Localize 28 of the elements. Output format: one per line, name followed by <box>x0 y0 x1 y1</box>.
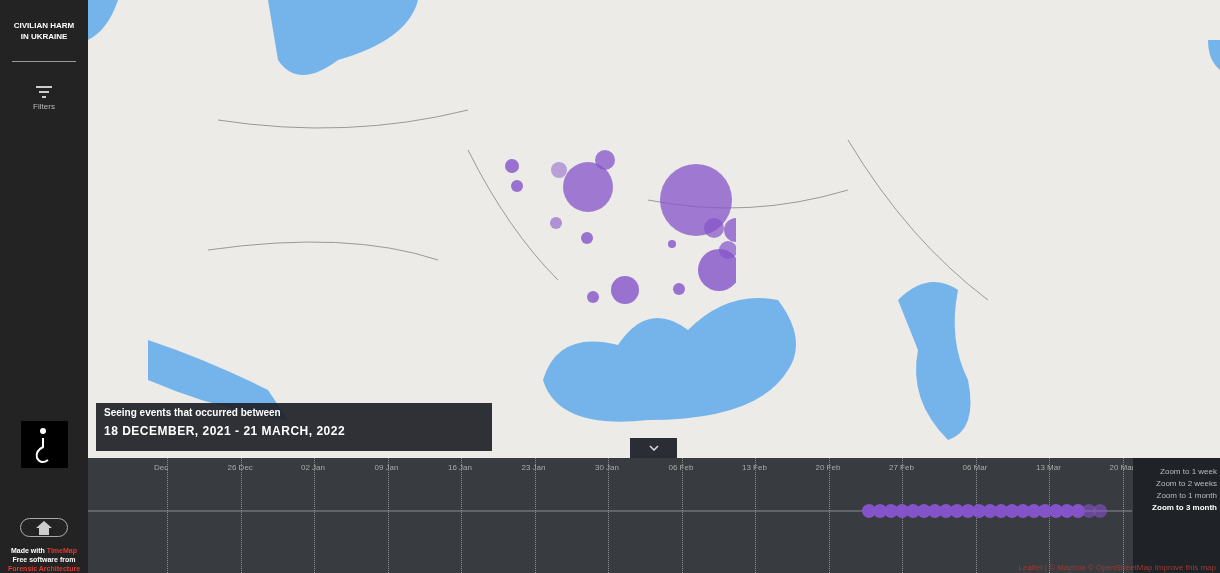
tick-label: 20 Feb <box>815 463 841 472</box>
home-icon <box>36 520 52 535</box>
tick-label: 06 Mar <box>962 463 988 472</box>
tick-label: 02 Jan <box>301 463 326 472</box>
filters-tab[interactable]: Filters <box>33 86 55 111</box>
tick-label: 26 Dec <box>227 463 253 472</box>
tick-label: 27 Feb <box>889 463 914 472</box>
date-range-caption: Seeing events that occurred between <box>104 407 282 418</box>
tick-label: 16 Jan <box>448 463 473 472</box>
zoom-option[interactable]: Zoom to 1 month <box>1153 490 1220 501</box>
filter-icon <box>36 86 52 98</box>
tick-label: Dec <box>154 463 169 472</box>
chevron-icon <box>648 445 659 451</box>
tick-label: 13 Feb <box>742 463 767 472</box>
tick-label: 20 Mar <box>1109 463 1135 472</box>
zoom-option[interactable]: Zoom to 1 week <box>1157 466 1220 477</box>
logo-icon <box>20 421 68 468</box>
tick-label: 30 Jan <box>595 463 620 472</box>
tick-label: 13 Mar <box>1036 463 1061 472</box>
zoom-option[interactable]: Zoom to 2 weeks <box>1153 478 1220 489</box>
tick-label: 06 Feb <box>668 463 694 472</box>
timeline-toggle-button[interactable] <box>630 438 677 458</box>
tick-label: 23 Jan <box>521 463 546 472</box>
map-attribution: Leaflet | © Mapbox © OpenStreetMap Improve this map <box>1018 563 1216 572</box>
date-range-text: 18 DECEMBER, 2021 - 21 MARCH, 2022 <box>104 424 347 438</box>
zoom-option[interactable]: Zoom to 3 month <box>1149 502 1220 513</box>
tick-label: 09 Jan <box>374 463 399 472</box>
app-title: CIVILIAN HARM IN UKRAINE <box>13 20 75 42</box>
